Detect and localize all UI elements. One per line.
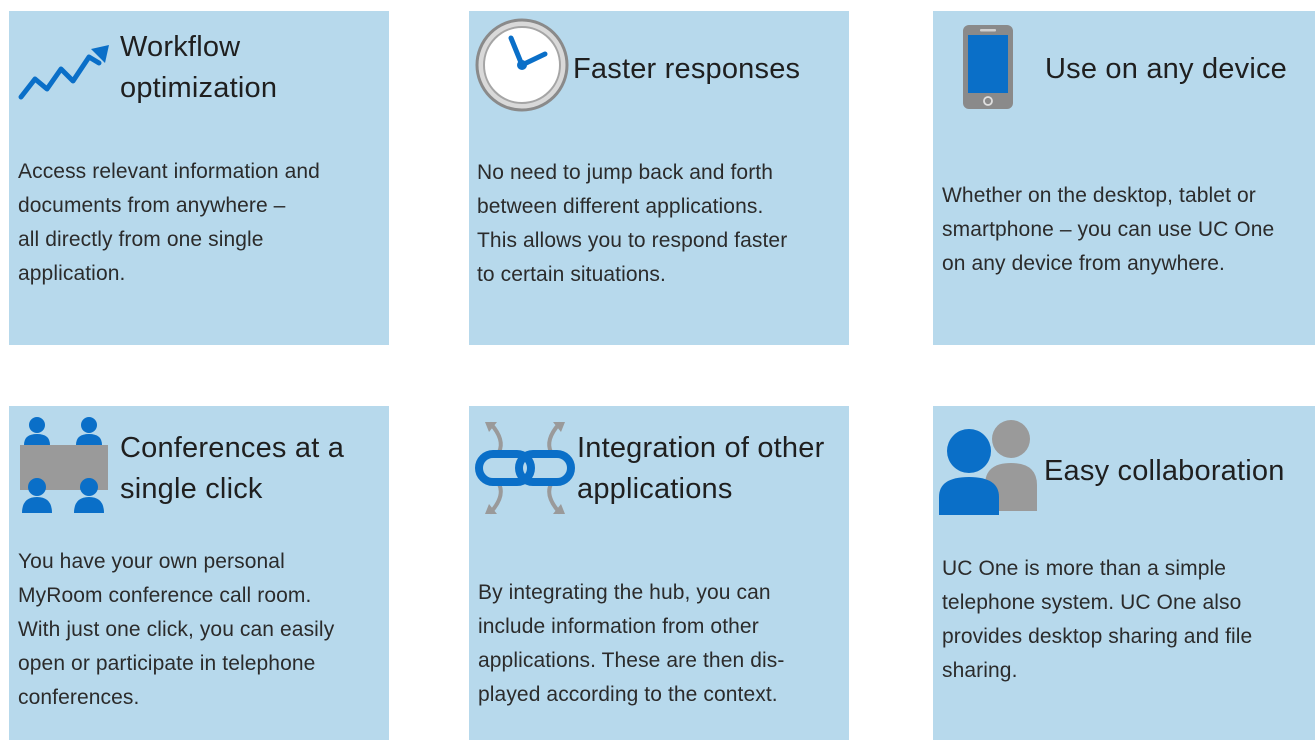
card-title-line1: Workflow [120,31,241,63]
card-text-line: conferences. [18,686,140,709]
card-text-line: provides desktop sharing and file [942,625,1253,648]
card-title: Faster responses [573,53,801,85]
card-text-line: With just one click, you can easily [18,618,335,641]
card-text-line: sharing. [942,659,1018,682]
card-text-line: MyRoom conference call room. [18,584,312,607]
card-text-line: to certain situations. [477,263,666,286]
card-text-line: This allows you to respond faster [477,229,788,252]
trend-arrow-icon [17,39,115,105]
card-text-line: smartphone – you can use UC One [942,218,1275,241]
card-text-line: on any device from anywhere. [942,252,1225,275]
clock-icon [473,16,571,114]
feature-card-conferences: Conferences at a single click You have y… [9,406,389,740]
card-text-line: documents from anywhere – [18,194,286,217]
card-text-line: You have your own personal [18,550,285,573]
feature-card-any-device: Use on any device Whether on the desktop… [933,11,1315,345]
card-text-line: application. [18,262,126,285]
feature-card-integration: Integration of other applications By int… [469,406,849,740]
card-text-line: telephone system. UC One also [942,591,1242,614]
feature-card-workflow: Workflow optimization Access relevant in… [9,11,389,345]
card-title-line1: Integration of other [577,432,825,464]
card-title-line2: optimization [120,72,278,104]
card-text-line: Access relevant information and [18,160,320,183]
card-text-line: No need to jump back and forth [477,161,774,184]
chain-link-icon [473,418,577,518]
card-title-line2: applications [577,473,733,505]
feature-card-faster-responses: Faster responses No need to jump back an… [469,11,849,345]
conference-icon [14,417,114,517]
card-text-line: all directly from one single [18,228,264,251]
card-text-line: between different applications. [477,195,764,218]
card-text-line: include information from other [478,615,759,638]
card-title: Use on any device [1045,53,1287,85]
card-title: Easy collaboration [1044,455,1285,487]
card-text-line: applications. These are then dis- [478,649,785,672]
card-text-line: open or participate in telephone [18,652,316,675]
card-title-line2: single click [120,473,263,505]
smartphone-icon [962,24,1014,110]
feature-card-collaboration: Easy collaboration UC One is more than a… [933,406,1315,740]
card-text-line: Whether on the desktop, tablet or [942,184,1256,207]
card-text-line: played according to the context. [478,683,778,706]
collaboration-icon [937,415,1045,515]
card-title-line1: Conferences at a [120,432,345,464]
card-text-line: UC One is more than a simple [942,557,1227,580]
card-text-line: By integrating the hub, you can [478,581,771,604]
